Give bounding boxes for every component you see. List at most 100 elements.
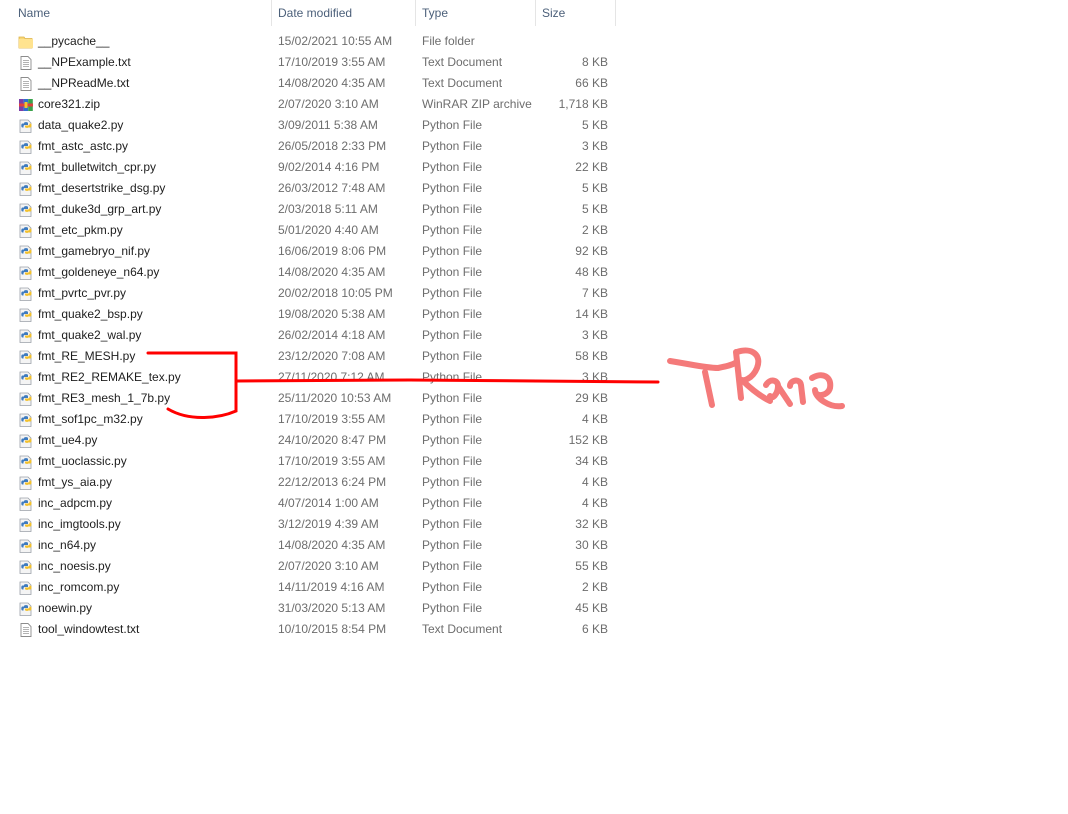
file-row[interactable]: fmt_bulletwitch_cpr.py 9/02/2014 4:16 PM…: [0, 157, 616, 178]
file-name: inc_adpcm.py: [38, 496, 113, 510]
file-row[interactable]: fmt_quake2_wal.py 26/02/2014 4:18 AM Pyt…: [0, 325, 616, 346]
file-type: Python File: [422, 370, 483, 384]
file-row[interactable]: noewin.py 31/03/2020 5:13 AM Python File…: [0, 598, 616, 619]
file-size: 48 KB: [575, 265, 608, 279]
file-date-modified: 14/08/2020 4:35 AM: [278, 265, 386, 279]
file-row[interactable]: inc_romcom.py 14/11/2019 4:16 AM Python …: [0, 577, 616, 598]
python-file-icon: [18, 370, 34, 386]
python-file-icon: [18, 517, 34, 533]
file-row[interactable]: fmt_astc_astc.py 26/05/2018 2:33 PM Pyth…: [0, 136, 616, 157]
file-size: 30 KB: [575, 538, 608, 552]
file-date-modified: 20/02/2018 10:05 PM: [278, 286, 393, 300]
file-type: Python File: [422, 223, 483, 237]
file-name: fmt_goldeneye_n64.py: [38, 265, 160, 279]
file-type: Python File: [422, 580, 483, 594]
file-name: inc_romcom.py: [38, 580, 120, 594]
file-size: 6 KB: [581, 622, 608, 636]
python-file-icon: [18, 307, 34, 323]
column-header-name-label: Name: [18, 6, 51, 20]
file-row[interactable]: fmt_ue4.py 24/10/2020 8:47 PM Python Fil…: [0, 430, 616, 451]
sort-ascending-icon: ^: [148, 0, 153, 6]
python-file-icon: [18, 181, 34, 197]
file-name: fmt_RE_MESH.py: [38, 349, 136, 363]
file-type: Text Document: [422, 55, 503, 69]
file-name: fmt_bulletwitch_cpr.py: [38, 160, 157, 174]
file-row[interactable]: inc_noesis.py 2/07/2020 3:10 AM Python F…: [0, 556, 616, 577]
column-header-type[interactable]: Type: [416, 0, 536, 26]
file-date-modified: 14/08/2020 4:35 AM: [278, 538, 386, 552]
file-date-modified: 22/12/2013 6:24 PM: [278, 475, 387, 489]
file-row[interactable]: __pycache__ 15/02/2021 10:55 AM File fol…: [0, 31, 616, 52]
winrar-archive-icon: [18, 97, 34, 113]
column-header-name[interactable]: Name ^: [12, 0, 272, 26]
file-date-modified: 5/01/2020 4:40 AM: [278, 223, 379, 237]
file-type: Python File: [422, 265, 483, 279]
python-file-icon: [18, 601, 34, 617]
file-type: Python File: [422, 601, 483, 615]
file-date-modified: 2/03/2018 5:11 AM: [278, 202, 378, 216]
column-header-size[interactable]: Size: [536, 0, 616, 26]
file-size: 3 KB: [581, 139, 608, 153]
file-row[interactable]: fmt_RE2_REMAKE_tex.py 27/11/2020 7:12 AM…: [0, 367, 616, 388]
file-name: fmt_astc_astc.py: [38, 139, 129, 153]
file-row[interactable]: inc_n64.py 14/08/2020 4:35 AM Python Fil…: [0, 535, 616, 556]
file-row[interactable]: fmt_uoclassic.py 17/10/2019 3:55 AM Pyth…: [0, 451, 616, 472]
file-size: 5 KB: [581, 202, 608, 216]
file-row[interactable]: fmt_desertstrike_dsg.py 26/03/2012 7:48 …: [0, 178, 616, 199]
file-row[interactable]: inc_imgtools.py 3/12/2019 4:39 AM Python…: [0, 514, 616, 535]
file-type: Python File: [422, 454, 483, 468]
file-date-modified: 2/07/2020 3:10 AM: [278, 559, 379, 573]
file-row[interactable]: fmt_duke3d_grp_art.py 2/03/2018 5:11 AM …: [0, 199, 616, 220]
file-row[interactable]: fmt_gamebryo_nif.py 16/06/2019 8:06 PM P…: [0, 241, 616, 262]
python-file-icon: [18, 286, 34, 302]
annotation-handwritten-there: [667, 347, 845, 410]
file-name: fmt_uoclassic.py: [38, 454, 127, 468]
column-header-date-modified[interactable]: Date modified: [272, 0, 416, 26]
python-file-icon: [18, 412, 34, 428]
python-file-icon: [18, 559, 34, 575]
file-name: fmt_ue4.py: [38, 433, 98, 447]
file-type: Python File: [422, 307, 483, 321]
python-file-icon: [18, 580, 34, 596]
file-size: 34 KB: [575, 454, 608, 468]
file-name: inc_n64.py: [38, 538, 97, 552]
file-size: 29 KB: [575, 391, 608, 405]
file-date-modified: 31/03/2020 5:13 AM: [278, 601, 386, 615]
file-date-modified: 15/02/2021 10:55 AM: [278, 34, 393, 48]
file-row[interactable]: fmt_etc_pkm.py 5/01/2020 4:40 AM Python …: [0, 220, 616, 241]
file-name: fmt_quake2_wal.py: [38, 328, 142, 342]
file-row[interactable]: core321.zip 2/07/2020 3:10 AM WinRAR ZIP…: [0, 94, 616, 115]
file-name: __NPReadMe.txt: [38, 76, 130, 90]
text-file-icon: [18, 55, 34, 71]
file-type: File folder: [422, 34, 475, 48]
file-size: 4 KB: [581, 475, 608, 489]
file-row[interactable]: fmt_ys_aia.py 22/12/2013 6:24 PM Python …: [0, 472, 616, 493]
file-size: 14 KB: [575, 307, 608, 321]
file-type: Python File: [422, 118, 483, 132]
python-file-icon: [18, 433, 34, 449]
file-date-modified: 4/07/2014 1:00 AM: [278, 496, 379, 510]
file-date-modified: 9/02/2014 4:16 PM: [278, 160, 380, 174]
file-row[interactable]: __NPExample.txt 17/10/2019 3:55 AM Text …: [0, 52, 616, 73]
file-size: 4 KB: [581, 412, 608, 426]
file-row[interactable]: __NPReadMe.txt 14/08/2020 4:35 AM Text D…: [0, 73, 616, 94]
file-size: 152 KB: [568, 433, 608, 447]
file-size: 5 KB: [581, 181, 608, 195]
file-row[interactable]: fmt_quake2_bsp.py 19/08/2020 5:38 AM Pyt…: [0, 304, 616, 325]
file-row[interactable]: fmt_sof1pc_m32.py 17/10/2019 3:55 AM Pyt…: [0, 409, 616, 430]
file-type: Python File: [422, 475, 483, 489]
column-header-size-label: Size: [542, 6, 566, 20]
file-row[interactable]: tool_windowtest.txt 10/10/2015 8:54 PM T…: [0, 619, 616, 640]
file-date-modified: 10/10/2015 8:54 PM: [278, 622, 387, 636]
file-type: Python File: [422, 244, 483, 258]
file-date-modified: 3/12/2019 4:39 AM: [278, 517, 379, 531]
file-name: core321.zip: [38, 97, 101, 111]
file-row[interactable]: inc_adpcm.py 4/07/2014 1:00 AM Python Fi…: [0, 493, 616, 514]
file-row[interactable]: fmt_goldeneye_n64.py 14/08/2020 4:35 AM …: [0, 262, 616, 283]
file-date-modified: 14/11/2019 4:16 AM: [278, 580, 385, 594]
file-row[interactable]: fmt_RE_MESH.py 23/12/2020 7:08 AM Python…: [0, 346, 616, 367]
file-row[interactable]: fmt_pvrtc_pvr.py 20/02/2018 10:05 PM Pyt…: [0, 283, 616, 304]
file-row[interactable]: data_quake2.py 3/09/2011 5:38 AM Python …: [0, 115, 616, 136]
file-type: Python File: [422, 349, 483, 363]
file-row[interactable]: fmt_RE3_mesh_1_7b.py 25/11/2020 10:53 AM…: [0, 388, 616, 409]
